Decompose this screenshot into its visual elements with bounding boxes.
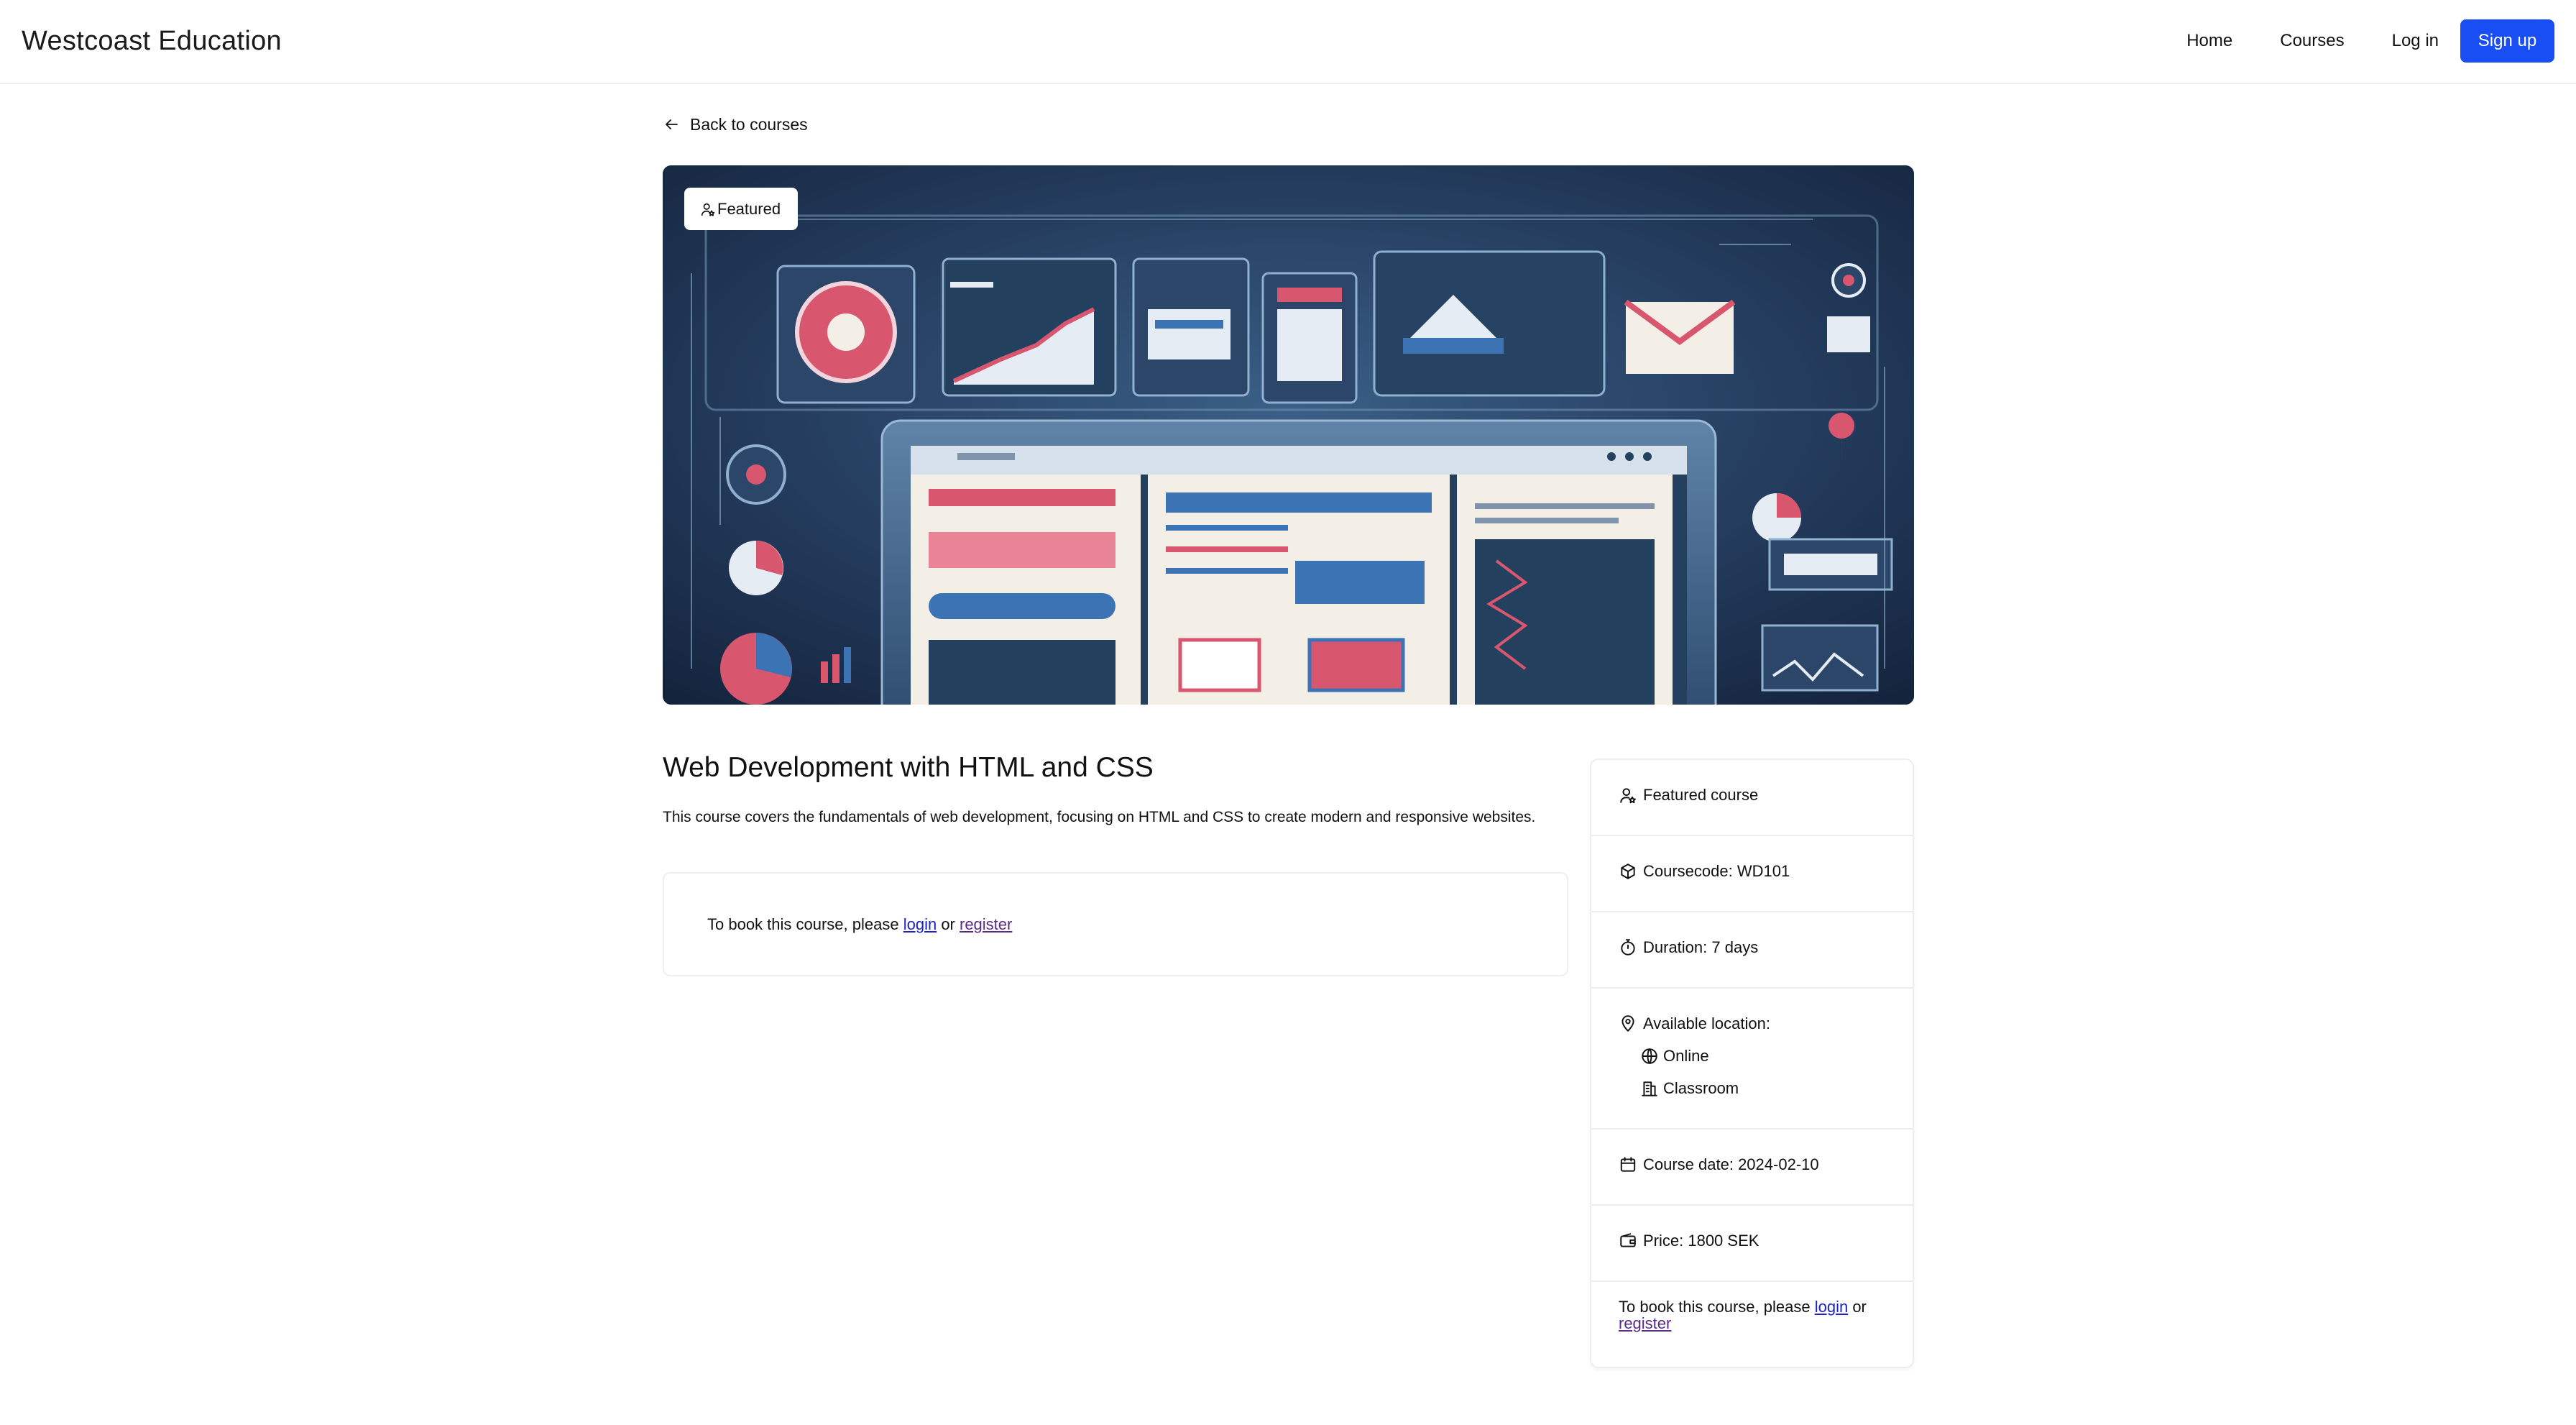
course-details-panel: Featured course Coursecode: WD101 Durati…	[1590, 759, 1914, 1368]
featured-badge-label: Featured	[717, 199, 781, 218]
details-row-date: Course date: 2024-02-10	[1591, 1130, 1913, 1206]
details-row-duration: Duration: 7 days	[1591, 912, 1913, 989]
location-classroom-label: Classroom	[1663, 1079, 1739, 1097]
course-description: This course covers the fundamentals of w…	[663, 809, 1536, 825]
booking-card: To book this course, please login or reg…	[663, 872, 1568, 976]
brand-logo[interactable]: Westcoast Education	[22, 26, 282, 57]
back-to-courses-label: Back to courses	[690, 114, 808, 134]
nav-home-link[interactable]: Home	[2186, 31, 2232, 51]
calendar-icon	[1620, 1157, 1636, 1172]
building-icon	[1642, 1081, 1657, 1096]
coursecode-label: Coursecode: WD101	[1643, 862, 1790, 880]
duration-item: Duration: 7 days	[1619, 938, 1758, 957]
details-booking-message: To book this course, please login or regi…	[1619, 1298, 1906, 1332]
nav-login-link[interactable]: Log in	[2392, 31, 2439, 51]
location-classroom: Classroom	[1640, 1079, 1739, 1098]
details-row-booking: To book this course, please login or regi…	[1591, 1282, 1913, 1367]
details-row-featured: Featured course	[1591, 760, 1913, 836]
course-hero-image: Featured	[663, 165, 1914, 705]
web-development-illustration	[663, 165, 1914, 705]
location-label: Available location:	[1643, 1014, 1770, 1032]
location-online: Online	[1640, 1047, 1709, 1066]
globe-icon	[1642, 1048, 1657, 1064]
login-link[interactable]: login	[903, 915, 937, 933]
details-login-link[interactable]: login	[1815, 1298, 1848, 1316]
price-item: Price: 1800 SEK	[1619, 1232, 1759, 1250]
course-date-label: Course date: 2024-02-10	[1643, 1155, 1819, 1173]
details-row-price: Price: 1800 SEK	[1591, 1206, 1913, 1282]
wallet-icon	[1620, 1233, 1636, 1247]
user-star-icon	[1620, 788, 1636, 804]
nav-links: Home Courses Log in Sign up	[2186, 19, 2554, 63]
arrow-left-icon	[666, 119, 678, 129]
featured-course-label: Featured course	[1643, 786, 1759, 804]
details-booking-or: or	[1848, 1298, 1867, 1316]
booking-message: To book this course, please login or reg…	[707, 915, 1012, 934]
details-register-link[interactable]: register	[1619, 1314, 1671, 1332]
signup-button[interactable]: Sign up	[2460, 19, 2554, 63]
coursecode-item: Coursecode: WD101	[1619, 862, 1790, 881]
location-item: Available location:	[1619, 1014, 1770, 1033]
map-pin-icon	[1622, 1015, 1634, 1032]
duration-label: Duration: 7 days	[1643, 938, 1759, 956]
nav-courses-link[interactable]: Courses	[2280, 31, 2344, 51]
top-navbar: Westcoast Education Home Courses Log in …	[0, 0, 2576, 84]
cube-icon	[1621, 863, 1635, 879]
course-title: Web Development with HTML and CSS	[663, 752, 1154, 783]
booking-prefix: To book this course, please	[707, 915, 903, 933]
stopwatch-icon	[1621, 939, 1635, 956]
course-date-item: Course date: 2024-02-10	[1619, 1155, 1819, 1174]
price-label: Price: 1800 SEK	[1643, 1232, 1760, 1250]
register-link[interactable]: register	[960, 915, 1012, 933]
featured-badge: Featured	[684, 188, 799, 230]
location-online-label: Online	[1663, 1047, 1709, 1065]
details-row-location: Available location: Online Classroom	[1591, 989, 1913, 1130]
user-star-icon	[701, 203, 715, 216]
back-to-courses-link[interactable]: Back to courses	[663, 113, 808, 136]
featured-course-item: Featured course	[1619, 786, 1758, 805]
details-row-coursecode: Coursecode: WD101	[1591, 836, 1913, 912]
details-booking-prefix: To book this course, please	[1619, 1298, 1815, 1316]
booking-or: or	[937, 915, 960, 933]
